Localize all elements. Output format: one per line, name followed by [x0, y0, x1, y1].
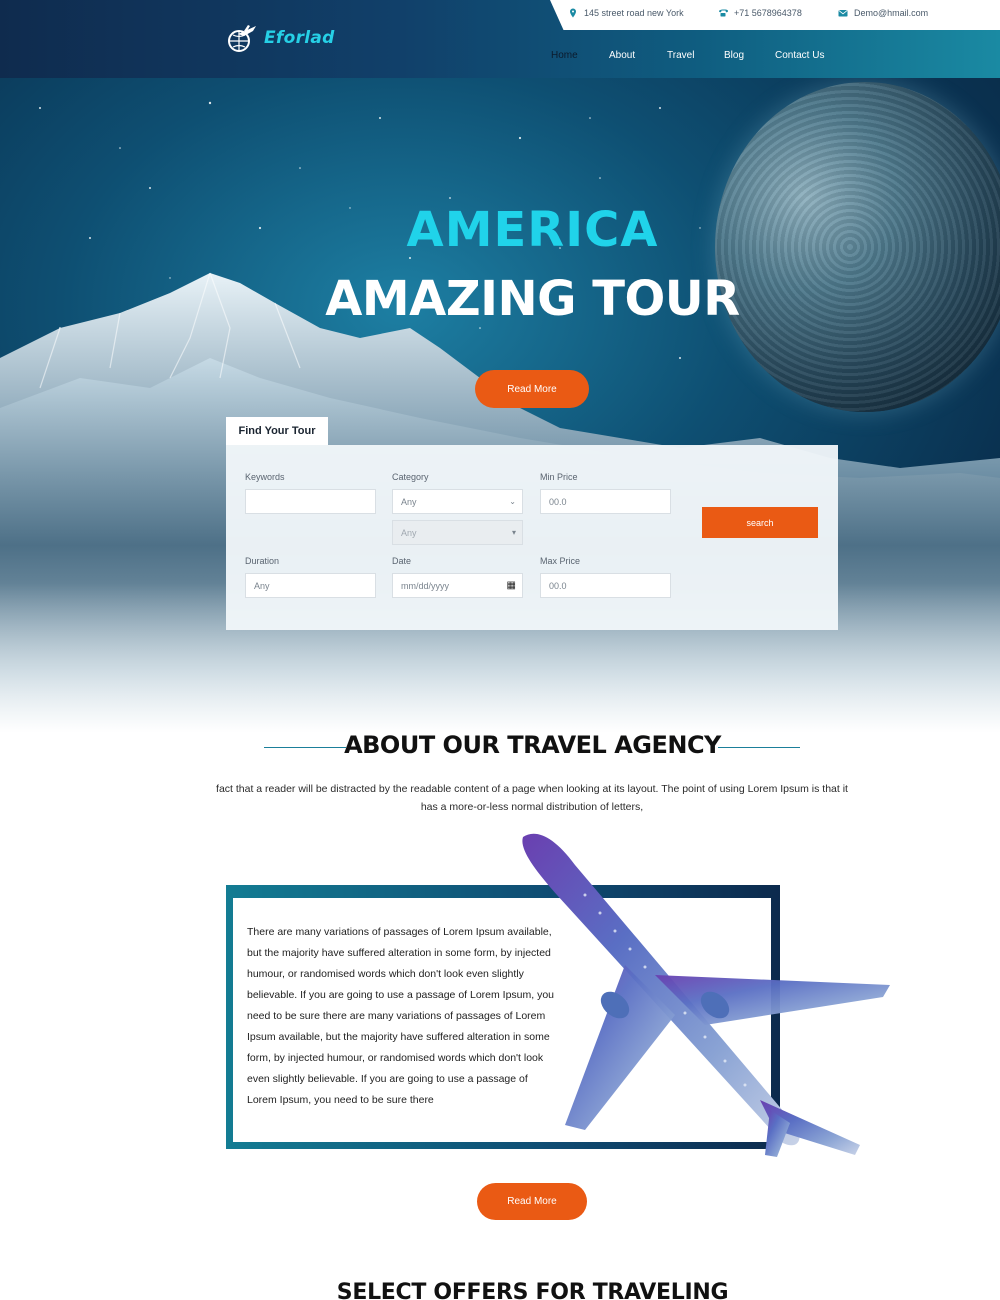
date-input[interactable]: mm/dd/yyyy ▦ — [392, 573, 523, 598]
search-button[interactable]: search — [702, 507, 818, 538]
map-pin-icon — [570, 8, 576, 18]
contact-email[interactable]: Demo@hmail.com — [838, 8, 928, 18]
nav-about[interactable]: About — [609, 50, 635, 61]
find-your-tour-tab[interactable]: Find Your Tour — [226, 417, 328, 445]
contact-phone[interactable]: +71 5678964378 — [718, 8, 802, 18]
mail-icon — [838, 10, 848, 17]
min-price-label: Min Price — [540, 472, 578, 482]
logo-globe-plane-icon — [228, 25, 256, 52]
max-price-label: Max Price — [540, 556, 581, 566]
duration-label: Duration — [245, 556, 280, 566]
caret-down-icon: ▾ — [511, 528, 516, 537]
nav-blog[interactable]: Blog — [724, 50, 744, 61]
date-label: Date — [392, 556, 412, 566]
phone-text: +71 5678964378 — [734, 8, 802, 18]
category-value: Any — [401, 496, 417, 507]
nav-travel[interactable]: Travel — [667, 50, 694, 61]
hero-title-line2: AMAZING TOUR — [325, 271, 740, 327]
nav-contact-us[interactable]: Contact Us — [775, 50, 824, 61]
keywords-label: Keywords — [245, 472, 285, 482]
min-price-input[interactable]: 00.0 — [540, 489, 671, 514]
keywords-input[interactable] — [245, 489, 376, 514]
site-logo[interactable]: Eforlad — [226, 22, 335, 54]
about-section-title: ABOUT OUR TRAVEL AGENCY — [344, 731, 721, 759]
airplane-image — [522, 833, 890, 1157]
contact-address: 145 street road new York — [568, 8, 684, 18]
hero-read-more-button[interactable]: Read More — [475, 370, 589, 408]
address-text: 145 street road new York — [584, 8, 684, 18]
nav-home[interactable]: Home — [551, 50, 578, 61]
phone-icon — [719, 9, 728, 17]
duration-input[interactable]: Any — [245, 573, 376, 598]
email-text: Demo@hmail.com — [854, 8, 929, 18]
subcategory-value: Any — [401, 527, 417, 538]
subcategory-select[interactable]: Any ▾ — [392, 520, 523, 545]
category-select[interactable]: Any ⌄ — [392, 489, 523, 514]
date-placeholder: mm/dd/yyyy — [401, 580, 450, 591]
logo-text: Eforlad — [264, 28, 335, 48]
title-divider-right — [718, 747, 800, 748]
site-header: 145 street road new York +71 5678964378 … — [0, 0, 1000, 78]
calendar-icon[interactable]: ▦ — [507, 580, 516, 591]
hero-title-line1: AMERICA — [406, 202, 659, 258]
hero-banner: AMERICA AMAZING TOUR Read More — [0, 78, 1000, 733]
chevron-down-icon: ⌄ — [509, 497, 516, 506]
max-price-input[interactable]: 00.0 — [540, 573, 671, 598]
category-label: Category — [392, 472, 429, 482]
about-read-more-button[interactable]: Read More — [477, 1183, 587, 1220]
offers-section-title: SELECT OFFERS FOR TRAVELING — [336, 1280, 729, 1300]
about-intro-text: fact that a reader will be distracted by… — [216, 783, 848, 813]
